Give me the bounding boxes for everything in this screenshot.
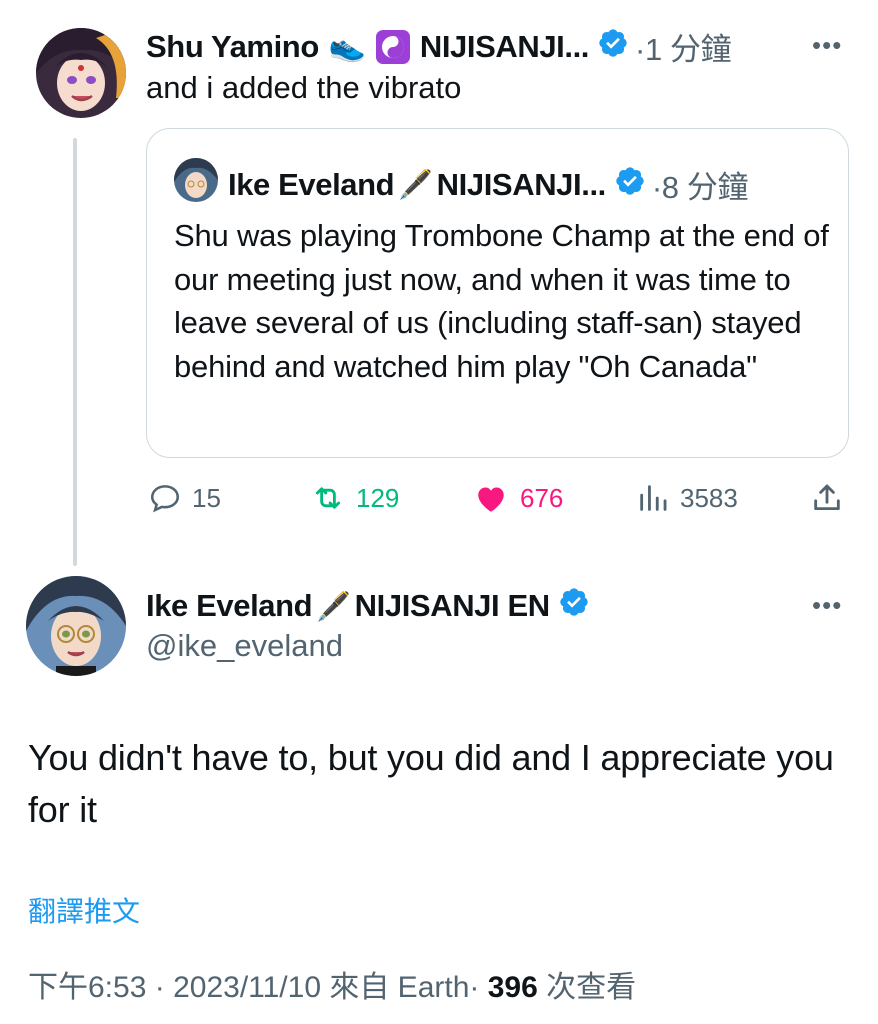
views-count: 3583 xyxy=(680,482,738,513)
thread-connector-line xyxy=(73,138,77,566)
retweet-button[interactable]: 129 xyxy=(310,478,399,518)
yin-yang-emoji xyxy=(375,29,410,64)
parent-author-org: NIJISANJI... xyxy=(419,28,590,64)
like-count: 676 xyxy=(520,482,564,513)
quote-author-header[interactable]: Ike Eveland 🖋️ NIJISANJI... ·8 分鐘 xyxy=(228,162,748,207)
reply-button[interactable]: 15 xyxy=(148,478,221,518)
tweet-source: 來自 Earth xyxy=(329,971,470,1004)
meta-separator: · xyxy=(154,971,165,1004)
meta-separator: · xyxy=(469,971,480,1004)
quote-tweet-text: Shu was playing Trombone Champ at the en… xyxy=(174,218,829,384)
parent-more-button[interactable]: ••• xyxy=(812,30,842,61)
like-button[interactable]: 676 xyxy=(472,478,563,518)
reply-icon xyxy=(150,485,180,513)
shu-avatar[interactable] xyxy=(36,28,126,118)
quote-tweet-time[interactable]: ·8 分鐘 xyxy=(652,162,749,207)
tweet-date[interactable]: 2023/11/10 xyxy=(173,971,321,1004)
main-tweet-text: You didn't have to, but you did and I ap… xyxy=(28,737,834,830)
views-button[interactable]: 3583 xyxy=(636,478,738,518)
parent-author-name[interactable]: Shu Yamino xyxy=(146,29,319,65)
ike-avatar[interactable] xyxy=(26,576,126,676)
pen-emoji: 🖋️ xyxy=(398,169,433,200)
retweet-icon xyxy=(315,487,341,509)
retweet-count: 129 xyxy=(356,482,400,513)
parent-author-header[interactable]: Shu Yamino 👟 NIJISANJI... ·1 分鐘 xyxy=(146,24,732,69)
ike-small-avatar[interactable] xyxy=(174,158,218,202)
sneaker-emoji: 👟 xyxy=(328,30,366,63)
main-author-org: NIJISANJI EN xyxy=(354,588,550,623)
quote-author-org: NIJISANJI... xyxy=(436,166,607,202)
main-author-name[interactable]: Ike Eveland xyxy=(146,588,313,624)
reply-count: 15 xyxy=(192,482,221,513)
heart-icon xyxy=(478,487,504,512)
pen-emoji: 🖋️ xyxy=(316,590,351,622)
tweet-view-label: 次查看 xyxy=(546,971,637,1004)
verified-badge-icon xyxy=(558,586,590,626)
views-bar-chart-icon xyxy=(640,485,667,511)
tweet-metadata: 下午6:53 · 2023/11/10 來自 Earth· 396 次查看 xyxy=(28,962,636,1006)
main-author-header[interactable]: Ike Eveland 🖋️ NIJISANJI EN xyxy=(146,586,590,626)
share-icon xyxy=(814,484,840,511)
verified-badge-icon xyxy=(597,27,629,67)
quote-author-name[interactable]: Ike Eveland xyxy=(228,167,395,203)
main-more-button[interactable]: ••• xyxy=(812,590,842,621)
tweet-view-count: 396 xyxy=(487,971,538,1004)
translate-tweet-link[interactable]: 翻譯推文 xyxy=(28,890,140,930)
verified-badge-icon xyxy=(614,165,646,205)
parent-tweet-time[interactable]: ·1 分鐘 xyxy=(635,24,732,69)
tweet-time[interactable]: 下午6:53 xyxy=(28,971,146,1004)
share-button[interactable] xyxy=(810,478,844,518)
main-author-handle[interactable]: @ike_eveland xyxy=(146,628,343,664)
parent-tweet-text: and i added the vibrato xyxy=(146,70,462,105)
